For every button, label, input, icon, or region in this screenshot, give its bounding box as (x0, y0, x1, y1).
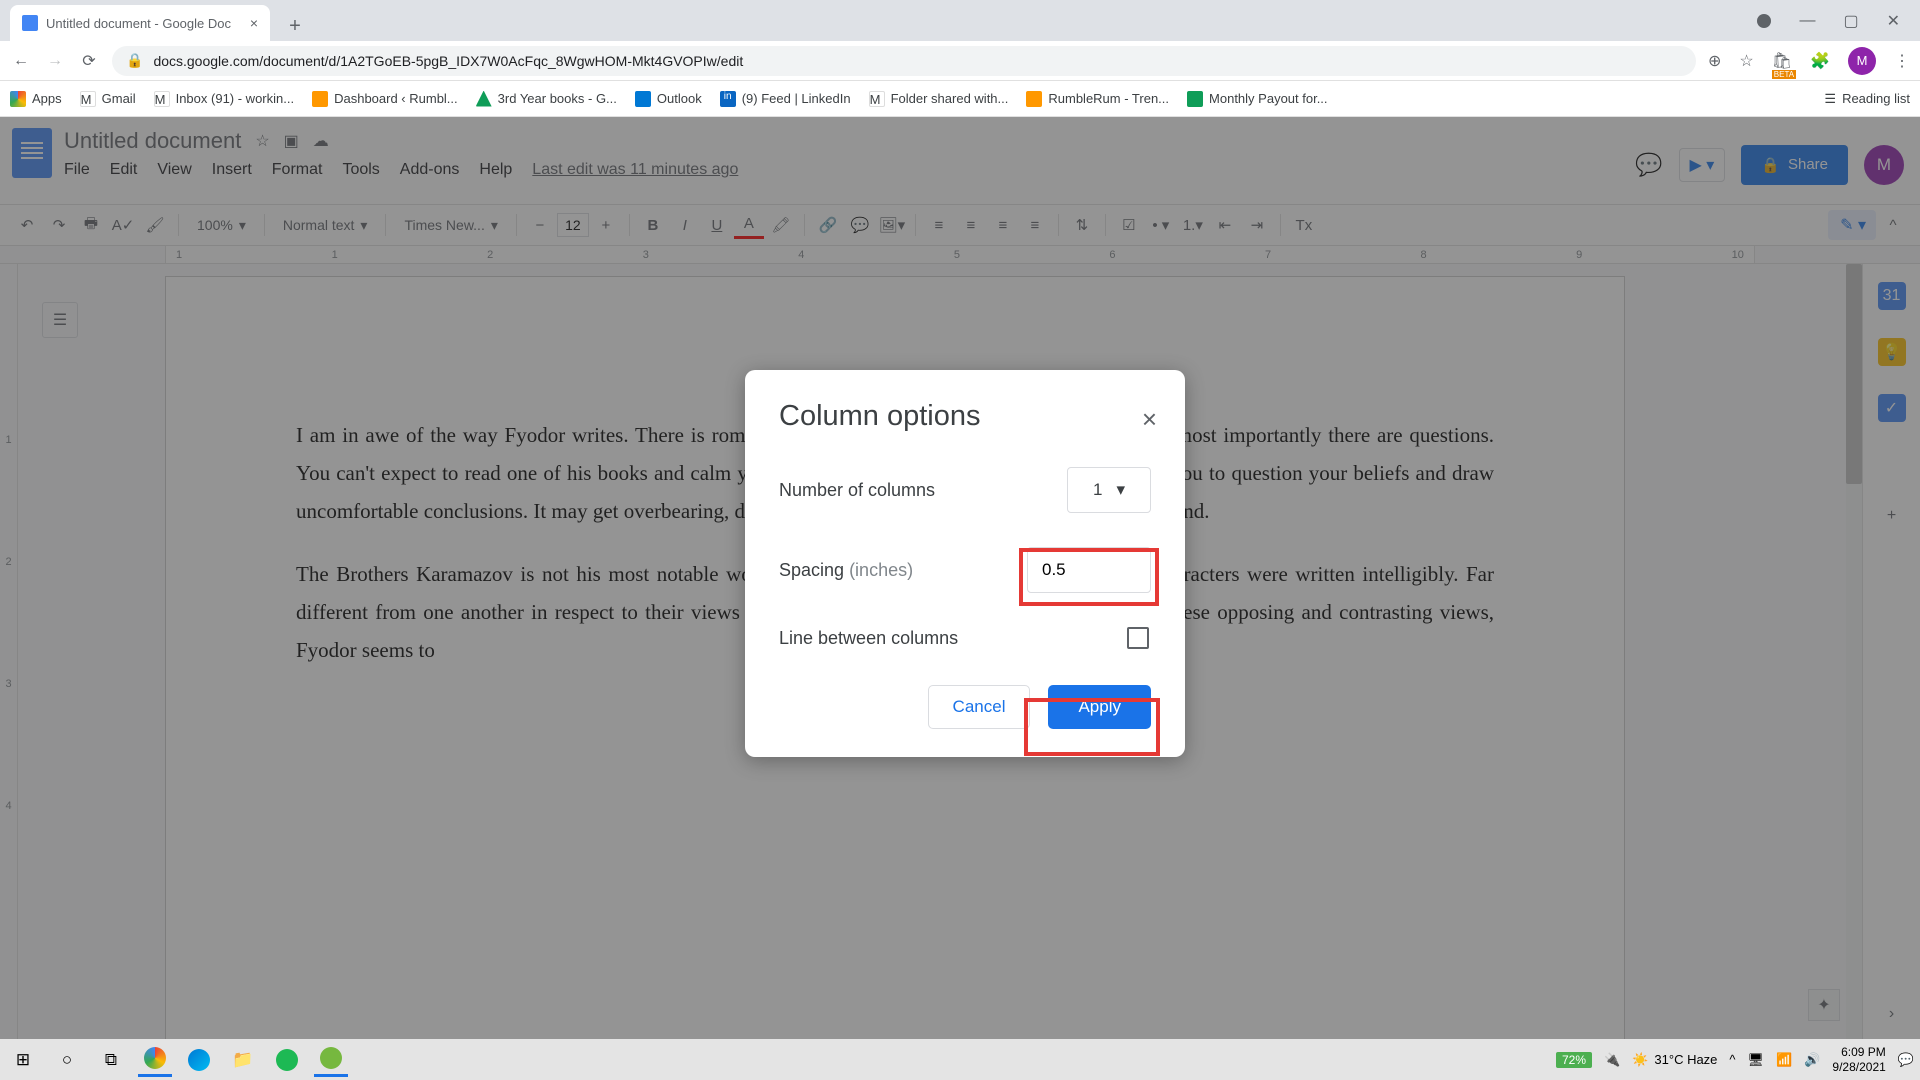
bookmark-item[interactable]: MGmail (80, 91, 136, 107)
close-tab-icon[interactable]: × (250, 15, 258, 31)
minimize-icon[interactable]: — (1799, 12, 1815, 30)
profile-avatar[interactable]: M (1848, 47, 1876, 75)
reading-list-button[interactable]: ☰Reading list (1824, 91, 1910, 107)
extensions-icon[interactable]: 🧩 (1810, 51, 1830, 71)
bookmark-item[interactable]: Outlook (635, 91, 702, 107)
explorer-icon[interactable]: 📁 (226, 1043, 260, 1077)
window-controls: — ▢ ✕ (1757, 0, 1920, 41)
forward-icon[interactable]: → (44, 50, 66, 72)
kebab-menu-icon[interactable]: ⋮ (1894, 51, 1910, 71)
bookmark-item[interactable]: in(9) Feed | LinkedIn (720, 91, 851, 107)
bookmark-item[interactable]: 3rd Year books - G... (476, 91, 617, 107)
spacing-input[interactable] (1027, 547, 1151, 593)
line-between-label: Line between columns (779, 628, 958, 649)
notifications-icon[interactable]: 💬 (1898, 1052, 1914, 1068)
zoom-icon[interactable]: ⊕ (1708, 51, 1721, 71)
charging-icon: 🔌 (1604, 1052, 1620, 1068)
column-options-dialog: Column options × Number of columns 1▾ Sp… (745, 370, 1185, 757)
bookmark-item[interactable]: Apps (10, 91, 62, 107)
line-between-checkbox[interactable] (1127, 627, 1149, 649)
maximize-icon[interactable]: ▢ (1843, 11, 1858, 31)
bookmark-item[interactable]: MInbox (91) - workin... (154, 91, 295, 107)
num-columns-label: Number of columns (779, 480, 935, 501)
chevron-down-icon: ▾ (1116, 480, 1125, 500)
cancel-button[interactable]: Cancel (928, 685, 1031, 729)
dialog-title: Column options (779, 400, 1151, 433)
tab-title: Untitled document - Google Doc (46, 16, 231, 31)
address-bar: ← → ⟳ 🔒 docs.google.com/document/d/1A2TG… (0, 41, 1920, 81)
display-icon[interactable]: 🖥 (1748, 1052, 1765, 1068)
bookmark-item[interactable]: RumbleRum - Tren... (1026, 91, 1169, 107)
bookmarks-bar: Apps MGmail MInbox (91) - workin... Dash… (0, 81, 1920, 117)
bookmark-item[interactable]: Monthly Payout for... (1187, 91, 1328, 107)
task-view-icon[interactable]: ⧉ (94, 1043, 128, 1077)
account-indicator-icon[interactable] (1757, 14, 1771, 28)
wifi-icon[interactable]: 📶 (1776, 1052, 1792, 1068)
back-icon[interactable]: ← (10, 50, 32, 72)
reload-icon[interactable]: ⟳ (78, 50, 100, 72)
close-dialog-icon[interactable]: × (1142, 404, 1157, 435)
new-tab-button[interactable]: + (280, 11, 310, 41)
edge-icon[interactable] (182, 1043, 216, 1077)
star-icon[interactable]: ☆ (1739, 51, 1753, 71)
url-text: docs.google.com/document/d/1A2TGoEB-5pgB… (153, 53, 743, 69)
url-input[interactable]: 🔒 docs.google.com/document/d/1A2TGoEB-5p… (112, 46, 1696, 76)
lock-icon: 🔒 (126, 52, 143, 69)
docs-favicon (22, 15, 38, 31)
battery-indicator[interactable]: 72% (1556, 1052, 1592, 1068)
start-icon[interactable]: ⊞ (6, 1043, 40, 1077)
list-icon: ☰ (1824, 91, 1836, 107)
num-columns-select[interactable]: 1▾ (1067, 467, 1151, 513)
search-icon[interactable]: ○ (50, 1043, 84, 1077)
volume-icon[interactable]: 🔊 (1804, 1052, 1820, 1068)
bookmark-item[interactable]: MFolder shared with... (869, 91, 1009, 107)
tray-expand-icon[interactable]: ^ (1729, 1052, 1735, 1067)
bookmark-item[interactable]: Dashboard ‹ Rumbl... (312, 91, 458, 107)
spacing-label: Spacing (inches) (779, 560, 913, 581)
browser-tab[interactable]: Untitled document - Google Doc × (10, 5, 270, 41)
spotify-icon[interactable] (270, 1043, 304, 1077)
weather-widget[interactable]: ☀️31°C Haze (1632, 1052, 1717, 1068)
extension-icon[interactable]: 🛍BETA (1772, 51, 1792, 71)
close-window-icon[interactable]: ✕ (1887, 11, 1900, 31)
windows-taskbar: ⊞ ○ ⧉ 📁 72% 🔌 ☀️31°C Haze ^ 🖥 📶 🔊 6:09 P… (0, 1039, 1920, 1080)
apply-button[interactable]: Apply (1048, 685, 1151, 729)
chrome-icon[interactable] (138, 1043, 172, 1077)
clock[interactable]: 6:09 PM9/28/2021 (1832, 1045, 1885, 1074)
browser-tab-strip: Untitled document - Google Doc × + — ▢ ✕ (0, 0, 1920, 41)
torrent-icon[interactable] (314, 1043, 348, 1077)
